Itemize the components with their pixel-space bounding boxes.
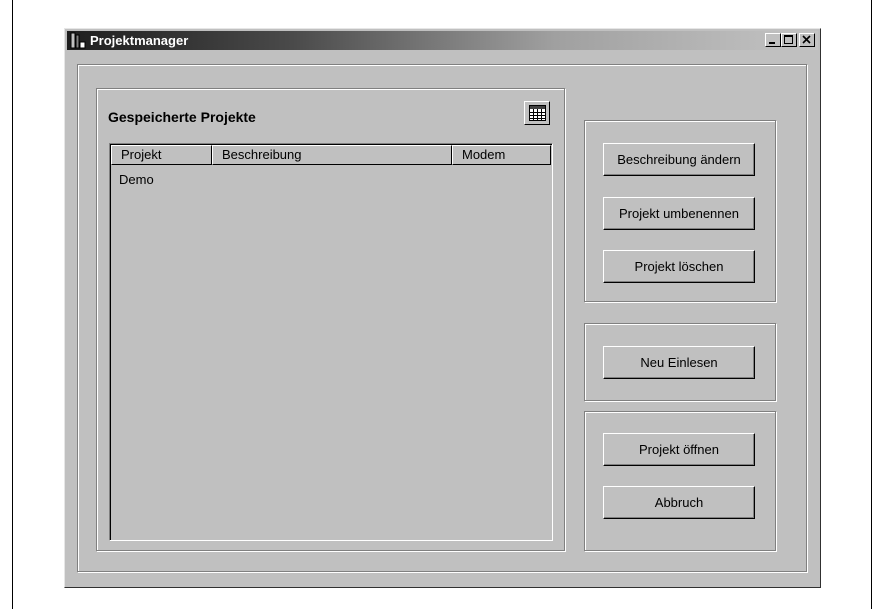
maximize-icon (784, 35, 793, 44)
title-bar[interactable]: Projektmanager (67, 31, 818, 50)
close-button[interactable] (799, 33, 815, 47)
column-header-beschreibung[interactable]: Beschreibung (212, 145, 452, 165)
window-title: Projektmanager (90, 33, 189, 48)
delete-project-button[interactable]: Projekt löschen (603, 250, 755, 283)
column-header-modem[interactable]: Modem (452, 145, 551, 165)
minimize-icon (769, 42, 775, 44)
list-item[interactable]: Demo (119, 172, 154, 187)
maximize-button[interactable] (781, 33, 797, 47)
projects-group-title: Gespeicherte Projekte (108, 109, 256, 125)
projects-list[interactable]: Projekt Beschreibung Modem Demo (109, 143, 553, 541)
open-groupbox (584, 411, 776, 551)
calendar-button[interactable] (524, 101, 550, 125)
open-project-button[interactable]: Projekt öffnen (603, 433, 755, 466)
reload-button[interactable]: Neu Einlesen (603, 346, 755, 379)
page-frame-right (871, 0, 872, 609)
window-controls (765, 33, 815, 48)
close-icon (802, 35, 811, 44)
app-icon[interactable] (70, 32, 86, 49)
page-frame-left (12, 0, 13, 609)
cancel-button[interactable]: Abbruch (603, 486, 755, 519)
change-description-button[interactable]: Beschreibung ändern (603, 143, 755, 176)
column-header-projekt[interactable]: Projekt (111, 145, 212, 165)
minimize-button[interactable] (765, 33, 781, 47)
calendar-icon (529, 105, 546, 121)
rename-project-button[interactable]: Projekt umbenennen (603, 197, 755, 230)
